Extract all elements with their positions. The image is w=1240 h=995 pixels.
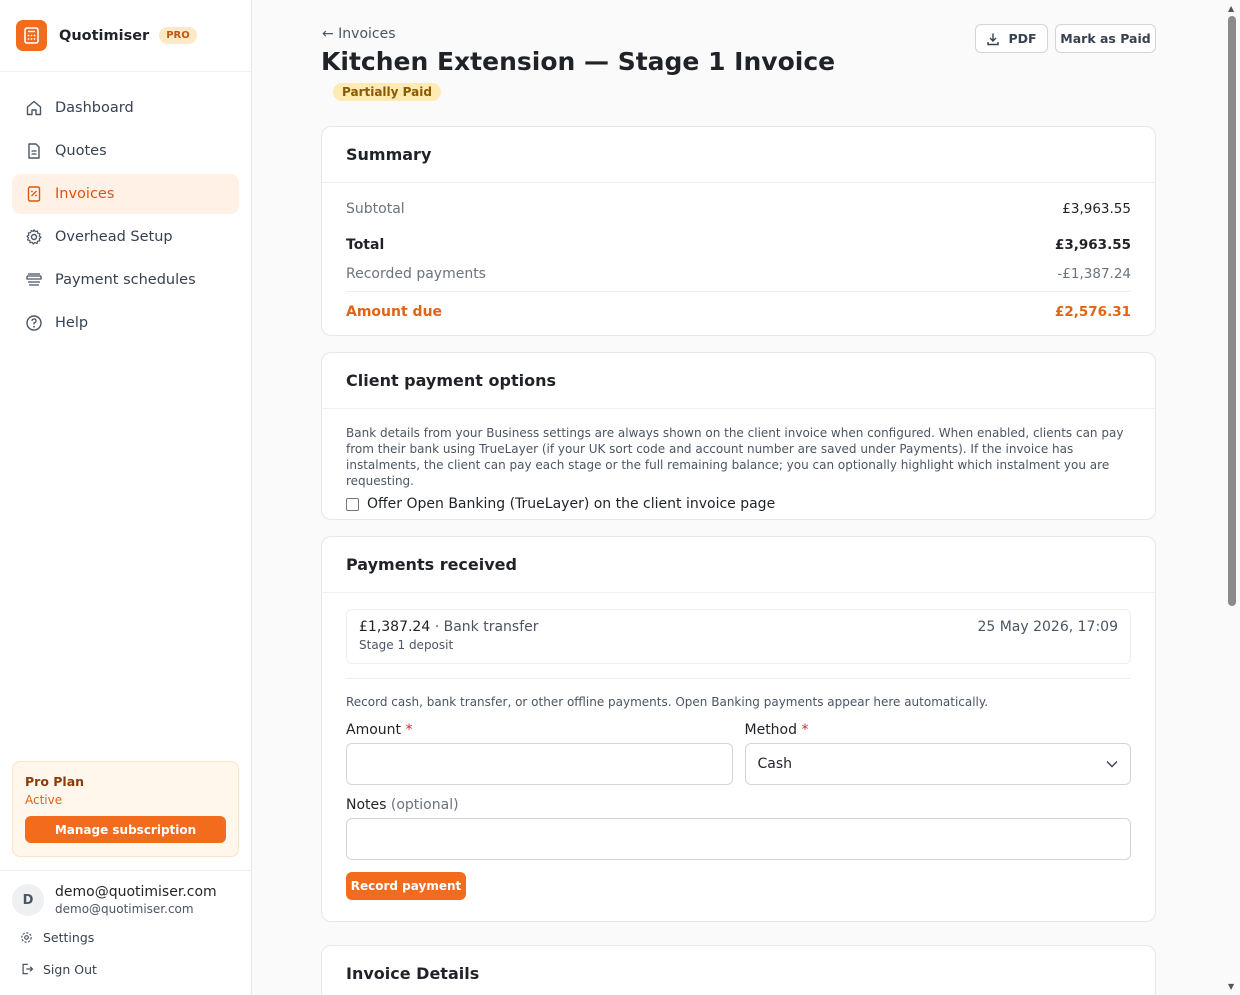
sidebar-item-label: Invoices bbox=[55, 186, 115, 202]
plan-status: Active bbox=[25, 793, 63, 807]
sign-out-icon bbox=[20, 962, 36, 976]
receipt-icon bbox=[24, 184, 44, 204]
notes-field-group: Notes (optional) bbox=[346, 797, 1131, 860]
brand-name: Quotimiser bbox=[59, 27, 150, 44]
pdf-label: PDF bbox=[1008, 31, 1037, 46]
subtotal-value: £3,963.55 bbox=[1062, 201, 1131, 217]
client-payment-options-card: Client payment options Bank details from… bbox=[321, 352, 1156, 520]
gear-icon bbox=[24, 227, 44, 247]
client-payment-options-title: Client payment options bbox=[322, 353, 1155, 409]
help-icon bbox=[24, 313, 44, 333]
sidebar-item-help[interactable]: Help bbox=[12, 303, 239, 343]
payments-received-card: Payments received £1,387.24 · Bank trans… bbox=[321, 536, 1156, 922]
record-payment-help: Record cash, bank transfer, or other off… bbox=[346, 695, 989, 709]
manage-subscription-button[interactable]: Manage subscription bbox=[25, 816, 226, 843]
payment-method: · Bank transfer bbox=[430, 619, 539, 635]
required-mark: * bbox=[405, 722, 413, 738]
record-payment-button[interactable]: Record payment bbox=[346, 872, 466, 900]
payment-note: Stage 1 deposit bbox=[359, 638, 454, 652]
back-to-invoices-link[interactable]: ← Invoices bbox=[322, 26, 396, 42]
total-row: Total £3,963.55 bbox=[322, 227, 1155, 263]
pdf-button[interactable]: PDF bbox=[975, 24, 1048, 53]
user-profile[interactable]: D demo@quotimiser.com demo@quotimiser.co… bbox=[12, 884, 239, 916]
payments-received-title: Payments received bbox=[322, 537, 1155, 593]
pro-badge: PRO bbox=[159, 27, 197, 44]
sidebar-item-label: Payment schedules bbox=[55, 272, 196, 288]
stack-icon bbox=[24, 270, 44, 290]
settings-label: Settings bbox=[43, 929, 95, 945]
scroll-up-arrow-icon[interactable]: ▲ bbox=[1228, 4, 1234, 13]
invoice-details-title: Invoice Details bbox=[322, 946, 1155, 995]
recorded-payments-value: -£1,387.24 bbox=[1057, 266, 1131, 282]
sign-out-link[interactable]: Sign Out bbox=[20, 958, 239, 980]
download-icon bbox=[987, 33, 1000, 45]
main-content: ← Invoices Kitchen Extension — Stage 1 I… bbox=[252, 0, 1224, 995]
subtotal-label: Subtotal bbox=[346, 201, 405, 217]
open-banking-option[interactable]: Offer Open Banking (TrueLayer) on the cl… bbox=[322, 489, 1155, 512]
open-banking-label: Offer Open Banking (TrueLayer) on the cl… bbox=[367, 496, 776, 512]
chevron-down-icon bbox=[1106, 761, 1118, 768]
mark-as-paid-button[interactable]: Mark as Paid bbox=[1055, 24, 1156, 53]
sidebar-item-invoices[interactable]: Invoices bbox=[12, 174, 239, 214]
payment-date: 25 May 2026, 17:09 bbox=[977, 619, 1118, 635]
amount-field-group: Amount * bbox=[346, 722, 733, 785]
sidebar-item-label: Overhead Setup bbox=[55, 229, 173, 245]
amount-input[interactable] bbox=[346, 743, 733, 785]
client-payment-options-description: Bank details from your Business settings… bbox=[346, 426, 1124, 488]
scrollbar[interactable]: ▲ ▼ bbox=[1224, 0, 1240, 995]
calculator-icon bbox=[16, 20, 47, 51]
sidebar-nav: Dashboard Quotes Invoices Overhead Setup… bbox=[0, 72, 251, 343]
method-value: Cash bbox=[757, 756, 793, 772]
user-name: demo@quotimiser.com bbox=[55, 884, 217, 900]
sidebar-item-dashboard[interactable]: Dashboard bbox=[12, 88, 239, 128]
plan-card: Pro Plan Active Manage subscription bbox=[12, 761, 239, 857]
payment-amount: £1,387.24 bbox=[359, 619, 431, 635]
amount-due-row: Amount due £2,576.31 bbox=[346, 291, 1131, 331]
settings-link[interactable]: Settings bbox=[20, 926, 239, 948]
notes-input[interactable] bbox=[346, 818, 1131, 860]
recorded-payments-row: Recorded payments -£1,387.24 bbox=[322, 263, 1155, 285]
total-label: Total bbox=[346, 237, 385, 253]
method-label: Method * bbox=[744, 722, 809, 738]
sidebar-item-label: Dashboard bbox=[55, 100, 134, 116]
user-area: D demo@quotimiser.com demo@quotimiser.co… bbox=[0, 870, 251, 993]
method-select[interactable]: Cash bbox=[744, 743, 1131, 785]
subtotal-row: Subtotal £3,963.55 bbox=[322, 191, 1155, 227]
sign-out-label: Sign Out bbox=[43, 961, 97, 977]
notes-label: Notes (optional) bbox=[346, 797, 459, 813]
open-banking-checkbox[interactable] bbox=[346, 497, 359, 511]
brand[interactable]: Quotimiser PRO bbox=[0, 0, 251, 72]
amount-label: Amount * bbox=[346, 722, 413, 738]
summary-card: Summary Subtotal £3,963.55 Total £3,963.… bbox=[321, 126, 1156, 336]
invoice-details-card: Invoice Details bbox=[321, 945, 1156, 995]
status-badge: Partially Paid bbox=[333, 83, 441, 101]
sidebar-item-payment-schedules[interactable]: Payment schedules bbox=[12, 260, 239, 300]
document-icon bbox=[24, 141, 44, 161]
summary-title: Summary bbox=[322, 127, 1155, 183]
sidebar-item-quotes[interactable]: Quotes bbox=[12, 131, 239, 171]
scroll-down-arrow-icon[interactable]: ▼ bbox=[1228, 982, 1234, 991]
amount-due-value: £2,576.31 bbox=[1054, 303, 1131, 320]
sidebar-item-overhead-setup[interactable]: Overhead Setup bbox=[12, 217, 239, 257]
sidebar: Quotimiser PRO Dashboard Quotes Invoices… bbox=[0, 0, 252, 995]
method-field-group: Method * Cash bbox=[744, 722, 1131, 785]
required-mark: * bbox=[801, 722, 809, 738]
page-title: Kitchen Extension — Stage 1 Invoice bbox=[321, 47, 836, 76]
payment-item: £1,387.24 · Bank transfer Stage 1 deposi… bbox=[346, 609, 1131, 664]
plan-title: Pro Plan bbox=[25, 774, 85, 789]
notes-row: Notes (optional) bbox=[322, 797, 1155, 860]
sidebar-item-label: Quotes bbox=[55, 143, 107, 159]
total-value: £3,963.55 bbox=[1054, 237, 1131, 253]
avatar: D bbox=[12, 884, 44, 916]
sidebar-item-label: Help bbox=[55, 315, 89, 331]
amount-due-label: Amount due bbox=[346, 303, 443, 320]
scrollbar-thumb[interactable] bbox=[1228, 16, 1236, 606]
recorded-payments-label: Recorded payments bbox=[346, 266, 486, 282]
amount-method-row: Amount * Method * Cash bbox=[322, 722, 1155, 785]
user-email: demo@quotimiser.com bbox=[55, 902, 194, 916]
gear-icon bbox=[20, 931, 36, 944]
home-icon bbox=[24, 98, 44, 118]
